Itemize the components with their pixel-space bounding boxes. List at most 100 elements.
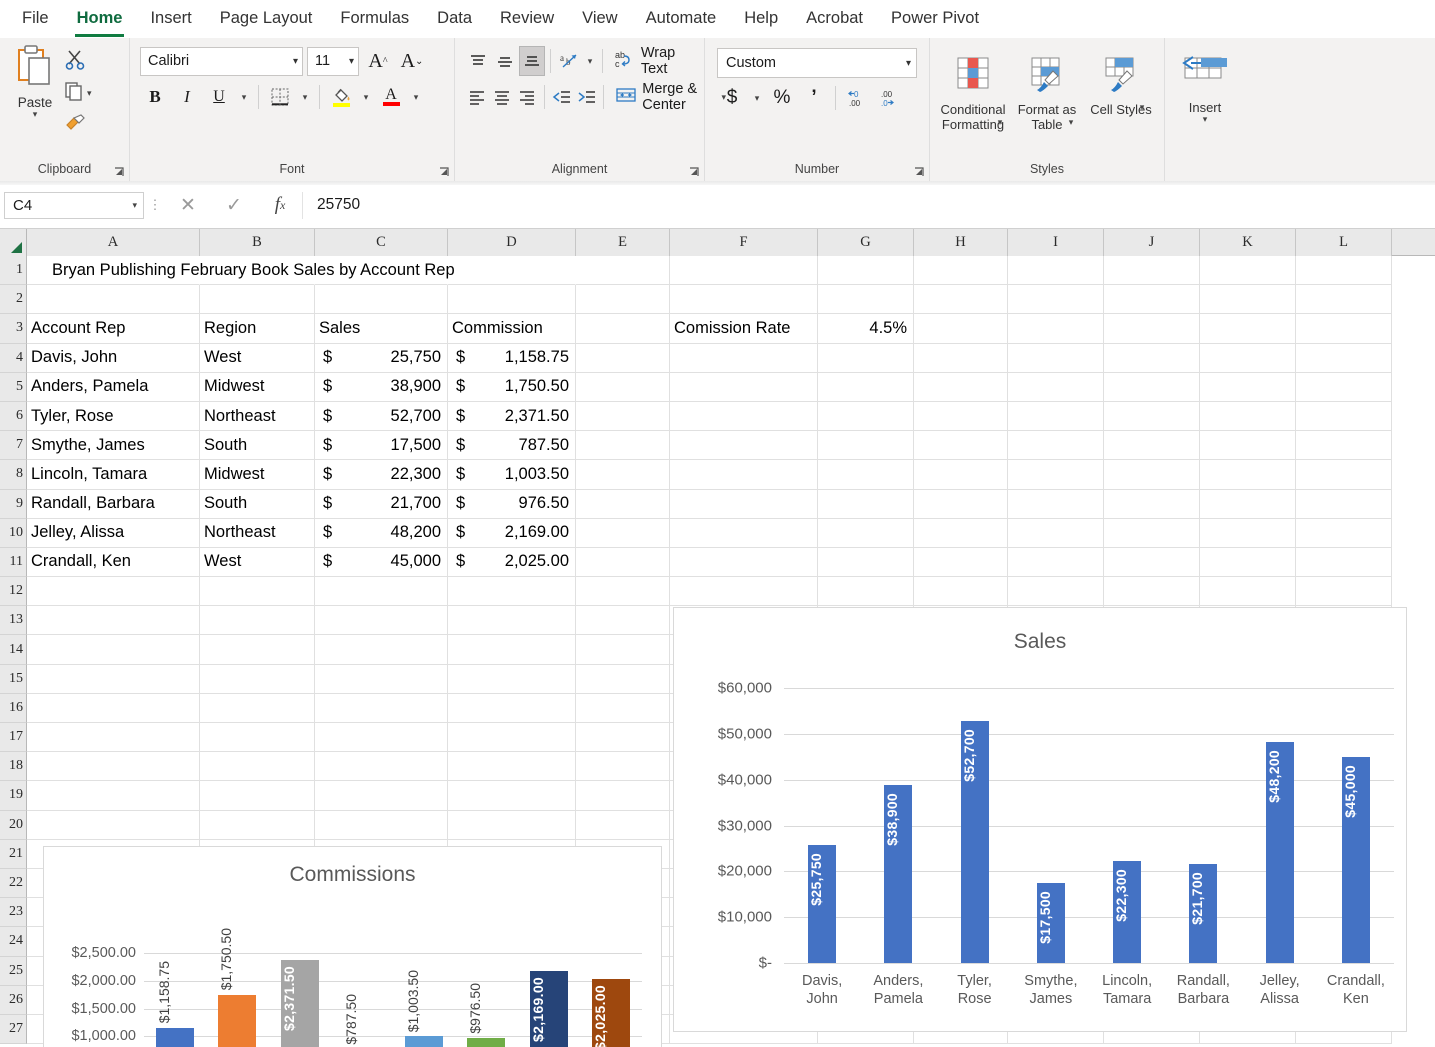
grid-cell[interactable] <box>27 781 200 811</box>
grid-cell[interactable] <box>818 518 914 548</box>
sales-chart[interactable]: Sales $60,000 $50,000 $40,000 $30,000 $20,00… <box>673 607 1407 1032</box>
grid-cell[interactable] <box>1296 314 1392 344</box>
grid-cell[interactable] <box>670 372 818 402</box>
align-bottom-button[interactable] <box>519 46 546 76</box>
accounting-format-button[interactable]: $ <box>717 83 747 113</box>
grid-cell[interactable] <box>576 401 670 432</box>
grid-cell[interactable] <box>315 577 448 607</box>
grid-cell[interactable] <box>914 489 1008 519</box>
align-right-button[interactable] <box>515 82 539 112</box>
grid-cell[interactable] <box>448 781 576 811</box>
wrap-text-button[interactable]: ab c Wrap Text <box>608 45 700 77</box>
grid-cell[interactable] <box>576 489 670 519</box>
align-middle-button[interactable] <box>492 46 518 76</box>
chevron-down-icon[interactable]: ▾ <box>1069 118 1074 127</box>
cell-sales[interactable]: $45,000 <box>315 547 448 578</box>
row-header-6[interactable]: 6 <box>0 401 27 432</box>
grid-cell[interactable] <box>1104 343 1200 373</box>
grid-cell[interactable] <box>576 256 670 286</box>
cell-region[interactable]: Northeast <box>200 401 315 432</box>
align-center-button[interactable] <box>490 82 514 112</box>
ribbon-tab-page-layout[interactable]: Page Layout <box>206 3 327 36</box>
grid-cell[interactable] <box>200 781 315 811</box>
grid-cell[interactable] <box>315 285 448 315</box>
grid-cell[interactable] <box>1104 401 1200 432</box>
grid-cell[interactable] <box>576 664 670 694</box>
grid-cell[interactable] <box>1200 314 1296 344</box>
accounting-format-dropdown[interactable]: ▾ <box>749 83 765 113</box>
row-header-19[interactable]: 19 <box>0 781 27 811</box>
grid-cell[interactable] <box>1008 577 1104 607</box>
row-header-21[interactable]: 21 <box>0 839 27 869</box>
column-header-E[interactable]: E <box>576 229 670 256</box>
cell-commission[interactable]: $1,003.50 <box>448 460 576 490</box>
column-header-H[interactable]: H <box>914 229 1008 256</box>
grid-cell[interactable] <box>200 256 315 286</box>
grid-cell[interactable] <box>315 635 448 665</box>
font-name-select[interactable]: Calibri ▾ <box>140 46 303 76</box>
enter-icon[interactable]: ✓ <box>212 192 256 219</box>
grid-cell[interactable] <box>1008 314 1104 344</box>
cell-region[interactable]: Northeast <box>200 518 315 548</box>
grid-cell[interactable] <box>200 577 315 607</box>
column-header-I[interactable]: I <box>1008 229 1104 256</box>
cell-commission-rate-value[interactable]: 4.5% <box>818 314 914 344</box>
grid-cell[interactable] <box>576 606 670 636</box>
grid-cell[interactable] <box>818 285 914 315</box>
grid-cell[interactable] <box>448 810 576 840</box>
grid-cell[interactable] <box>448 256 576 286</box>
increase-indent-button[interactable] <box>575 82 599 112</box>
grid-cell[interactable] <box>1008 518 1104 548</box>
grid-cell[interactable] <box>1008 431 1104 461</box>
cell-commission[interactable]: $2,371.50 <box>448 401 576 432</box>
cell-header-commission[interactable]: Commission <box>448 314 576 344</box>
ribbon-tab-view[interactable]: View <box>568 3 631 36</box>
grid-cell[interactable] <box>200 752 315 782</box>
column-header-K[interactable]: K <box>1200 229 1296 256</box>
grid-cell[interactable] <box>27 752 200 782</box>
grid-cell[interactable] <box>27 606 200 636</box>
cell-account-rep[interactable]: Lincoln, Tamara <box>27 460 200 490</box>
grid-cell[interactable] <box>27 810 200 840</box>
chevron-down-icon[interactable]: ▾ <box>1140 103 1145 112</box>
conditional-formatting-button[interactable]: Conditional Formatting ▾ <box>936 50 1010 132</box>
cell-sales[interactable]: $25,750 <box>315 343 448 373</box>
grid-cell[interactable] <box>448 606 576 636</box>
number-format-select[interactable]: Custom ▾ <box>717 48 917 78</box>
column-header-A[interactable]: A <box>27 229 200 256</box>
row-header-9[interactable]: 9 <box>0 489 27 519</box>
row-header-14[interactable]: 14 <box>0 635 27 665</box>
grid-cell[interactable] <box>670 285 818 315</box>
grid-cell[interactable] <box>670 577 818 607</box>
increase-font-size-button[interactable]: A ^ <box>363 46 393 76</box>
name-box[interactable]: C4 ▾ <box>4 191 144 219</box>
row-header-15[interactable]: 15 <box>0 664 27 694</box>
format-painter-button[interactable] <box>64 110 92 140</box>
grid-cell[interactable] <box>1296 343 1392 373</box>
grid-cell[interactable] <box>914 314 1008 344</box>
row-header-23[interactable]: 23 <box>0 898 27 928</box>
grid-cell[interactable] <box>670 431 818 461</box>
row-header-1[interactable]: 1 <box>0 256 27 286</box>
grid-cell[interactable] <box>1200 489 1296 519</box>
cell-header-region[interactable]: Region <box>200 314 315 344</box>
grid-cell[interactable] <box>448 693 576 723</box>
grid-cell[interactable] <box>200 635 315 665</box>
cell-region[interactable]: Midwest <box>200 372 315 402</box>
grid-cell[interactable] <box>914 460 1008 490</box>
grid-cell[interactable] <box>576 314 670 344</box>
bar[interactable] <box>156 1027 195 1047</box>
grid-cell[interactable] <box>1296 518 1392 548</box>
grid-cell[interactable] <box>576 547 670 578</box>
grid-cell[interactable] <box>1200 518 1296 548</box>
column-header-F[interactable]: F <box>670 229 818 256</box>
grid-cell[interactable] <box>818 401 914 432</box>
grid-cell[interactable] <box>818 372 914 402</box>
grid-cell[interactable] <box>1296 460 1392 490</box>
grid-cell[interactable] <box>1200 343 1296 373</box>
grid-cell[interactable] <box>576 577 670 607</box>
grid-cell[interactable] <box>818 489 914 519</box>
grid-cell[interactable] <box>200 285 315 315</box>
ribbon-tab-automate[interactable]: Automate <box>632 3 731 36</box>
grid-cell[interactable] <box>448 752 576 782</box>
